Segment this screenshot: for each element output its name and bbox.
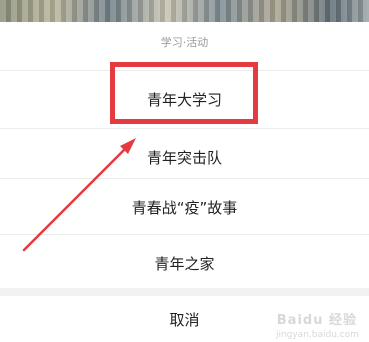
- menu-item-youth-study[interactable]: 青年大学习: [0, 70, 369, 128]
- watermark-url: jingyan.baidu.com: [275, 330, 359, 340]
- menu-item-youth-epidemic-stories[interactable]: 青春战“疫”故事: [0, 178, 369, 236]
- menu-item-youth-home[interactable]: 青年之家: [0, 234, 369, 292]
- section-divider: [0, 288, 369, 296]
- menu-item-label: 青年之家: [154, 255, 215, 273]
- menu-item-label: 青年突击队: [146, 149, 222, 167]
- sheet-title: 学习·活动: [160, 36, 209, 49]
- watermark: Baidu 经验: [276, 313, 357, 328]
- menu-item-label: 青年大学习: [146, 91, 222, 109]
- menu-item-label: 青春战“疫”故事: [131, 199, 238, 217]
- cancel-label: 取消: [169, 310, 200, 329]
- action-sheet: 学习·活动 青年大学习 青年突击队 青春战“疫”故事 青年之家 取消: [0, 22, 369, 342]
- background-photo: [0, 0, 369, 22]
